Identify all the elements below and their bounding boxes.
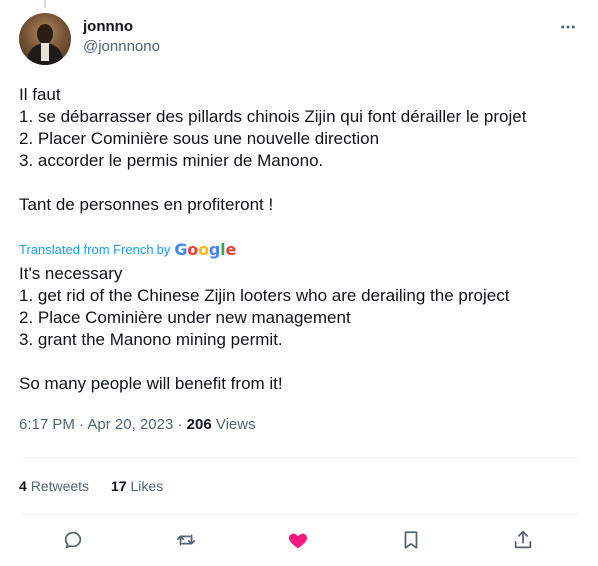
tweet-date[interactable]: Apr 20, 2023 [87,416,173,433]
translated-line: 1. get rid of the Chinese Zijin looters … [19,286,510,305]
original-line: 1. se débarrasser des pillards chinois Z… [19,107,527,126]
tweet-actions [19,526,580,556]
tweet-original-text: Il faut 1. se débarrasser des pillards c… [19,84,584,216]
original-line: Tant de personnes en profiteront ! [19,195,274,214]
translation-attribution[interactable]: Translated from French by Google [19,240,236,260]
like-button[interactable] [284,526,312,554]
share-button[interactable] [509,526,537,554]
avatar-head [37,24,53,44]
retweets-stat[interactable]: 4 Retweets [19,476,89,496]
original-line: 3. accorder le permis minier de Manono. [19,151,324,170]
translated-line: 3. grant the Manono mining permit. [19,330,283,349]
original-line: 2. Placer Cominière sous une nouvelle di… [19,129,380,148]
author-display-name[interactable]: jonnno [83,17,160,37]
likes-label: Likes [130,478,164,494]
translated-line: So many people will benefit from it! [19,374,283,393]
retweet-icon [176,534,196,546]
tweet-stats: 4 Retweets 17 Likes [19,476,163,496]
likes-count: 17 [111,478,127,494]
original-line: Il faut [19,85,61,104]
views-count: 206 [186,416,212,433]
likes-stat[interactable]: 17 Likes [111,476,163,496]
meta-separator: · [79,416,85,433]
author-handle[interactable]: @jonnnono [83,37,160,57]
retweet-button[interactable] [172,526,200,554]
share-icon [514,530,532,549]
google-logo: Google [174,240,237,259]
retweets-label: Retweets [30,478,90,494]
tweet-translated-text: It's necessary 1. get rid of the Chinese… [19,263,589,395]
heart-filled-icon [289,533,307,549]
reply-icon [64,531,82,549]
views-label: Views [215,416,256,433]
more-horizontal-icon [561,25,575,29]
translated-by-label: by [156,242,171,257]
more-options-button[interactable] [558,17,578,37]
bookmark-icon [404,531,418,549]
tweet-time[interactable]: 6:17 PM [19,416,75,433]
bookmark-button[interactable] [397,526,425,554]
meta-separator: · [177,416,183,433]
tweet-header: jonnno @jonnnono [19,13,582,67]
thread-connector-line [44,0,46,8]
translated-line: It's necessary [19,264,123,283]
reply-button[interactable] [59,526,87,554]
divider [19,514,580,515]
retweets-count: 4 [19,478,27,494]
translated-line: 2. Place Cominière under new management [19,308,351,327]
divider [19,457,580,458]
avatar-shirt [41,43,49,61]
tweet-meta: 6:17 PM · Apr 20, 2023 · 206 Views [19,415,256,435]
translated-from-label[interactable]: Translated from French [19,240,154,260]
author-names: jonnno @jonnnono [83,17,160,57]
avatar[interactable] [19,13,71,65]
